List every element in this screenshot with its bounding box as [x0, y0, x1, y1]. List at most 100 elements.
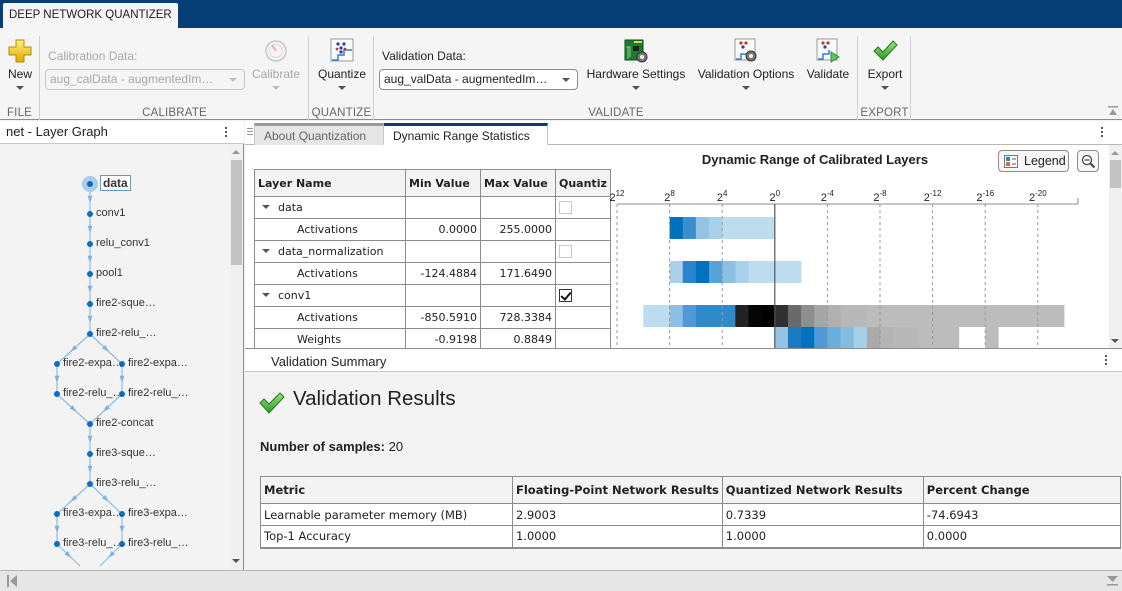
- graph-node-label[interactable]: fire3-relu_…: [128, 537, 189, 549]
- drag-handle-icon[interactable]: [247, 128, 253, 137]
- validation-data-dropdown[interactable]: aug_valData - augmentedIm…: [379, 69, 578, 90]
- graph-node-label[interactable]: conv1: [96, 207, 125, 219]
- validate-button[interactable]: Validate: [803, 38, 853, 81]
- layer-row[interactable]: data: [254, 196, 611, 219]
- graph-node[interactable]: [54, 541, 60, 547]
- max-value-cell: [480, 240, 556, 263]
- quantized-value: 1.0000: [721, 525, 924, 548]
- graph-node[interactable]: [87, 211, 93, 217]
- dynamic-range-scrollbar[interactable]: [1109, 145, 1122, 348]
- graph-node-label[interactable]: fire2-relu_…: [63, 387, 124, 399]
- column-header-min-value[interactable]: Min Value: [405, 169, 481, 197]
- expand-panel-icon[interactable]: [1107, 576, 1118, 586]
- x-tick-label: 2-4: [821, 189, 835, 204]
- graph-node[interactable]: [87, 331, 93, 337]
- hardware-settings-button[interactable]: Hardware Settings: [583, 38, 689, 90]
- graph-node-label[interactable]: pool1: [96, 267, 123, 279]
- collapse-left-icon[interactable]: [7, 575, 17, 587]
- heatmap-cell: [906, 327, 920, 348]
- graph-node-label[interactable]: fire2-relu_…: [96, 327, 157, 339]
- layer-name: Activations: [297, 267, 358, 280]
- layer-name-cell: Activations: [254, 306, 406, 329]
- graph-node-label[interactable]: fire3-relu_…: [63, 537, 124, 549]
- calibration-data-dropdown[interactable]: aug_calData - augmentedIm…: [45, 69, 245, 90]
- expand-toggle-icon[interactable]: [262, 293, 270, 297]
- min-value-cell: -0.9198: [405, 328, 481, 348]
- calibration-data-value: aug_calData - augmentedIm…: [50, 72, 214, 86]
- parameter-row[interactable]: Weights -0.9198 0.8849: [254, 328, 611, 348]
- app-tab[interactable]: DEEP NETWORK QUANTIZER: [3, 3, 178, 29]
- scroll-up-icon[interactable]: [1111, 151, 1119, 155]
- heatmap-cell: [814, 327, 828, 348]
- parameter-row[interactable]: Activations 0.0000 255.0000: [254, 218, 611, 241]
- chevron-down-icon: [881, 86, 889, 90]
- layer-row[interactable]: data_normalization: [254, 240, 611, 263]
- graph-node[interactable]: [87, 241, 93, 247]
- graph-node-label[interactable]: data: [100, 175, 131, 191]
- heatmap-cell: [682, 217, 697, 239]
- quantize-checkbox[interactable]: [559, 245, 572, 259]
- validation-menu-icon[interactable]: [1104, 355, 1108, 367]
- layer-row[interactable]: conv1: [254, 284, 611, 307]
- quantize-section-label: QUANTIZE: [311, 107, 372, 119]
- scrollbar-thumb[interactable]: [1110, 160, 1121, 188]
- graph-node[interactable]: [87, 301, 93, 307]
- graph-node-label[interactable]: fire2-expa…: [128, 357, 188, 369]
- scroll-up-icon[interactable]: [232, 150, 240, 154]
- heatmap-cell: [669, 217, 684, 239]
- graph-node-label[interactable]: fire3-relu_…: [96, 477, 157, 489]
- panel-menu-icon[interactable]: [224, 127, 228, 139]
- scroll-down-icon[interactable]: [232, 559, 240, 563]
- tab-about-quantization[interactable]: About Quantization: [254, 123, 384, 145]
- graph-node-label[interactable]: fire2-relu_…: [128, 387, 189, 399]
- column-header-floating-point: Floating-Point Network Results: [512, 476, 723, 504]
- chevron-down-icon: [632, 86, 640, 90]
- layer-name: Activations: [297, 223, 358, 236]
- graph-node-label[interactable]: fire2-sque…: [96, 297, 156, 309]
- graph-node[interactable]: [87, 181, 93, 187]
- heatmap-cell: [932, 327, 947, 348]
- heatmap-cell: [709, 305, 723, 327]
- dynamic-range-heatmap[interactable]: 212 28 24 20 2-4 2-8 2-12 2-16 2-20: [600, 175, 1105, 348]
- graph-node-label[interactable]: fire2-concat: [96, 417, 153, 429]
- graph-node-label[interactable]: fire2-expa…: [63, 357, 123, 369]
- layer-graph-scrollbar[interactable]: [230, 145, 243, 570]
- graph-node[interactable]: [87, 481, 93, 487]
- legend-button[interactable]: Legend: [998, 150, 1069, 172]
- layer-name-cell: Weights: [254, 328, 406, 348]
- heatmap-cell: [1011, 305, 1025, 327]
- graph-node-label[interactable]: fire3-sque…: [96, 447, 156, 459]
- new-button[interactable]: New: [4, 38, 36, 90]
- collapse-ribbon-icon[interactable]: [1108, 106, 1118, 116]
- graph-node[interactable]: [54, 391, 60, 397]
- graph-node-label[interactable]: fire3-expa…: [128, 507, 188, 519]
- graph-node[interactable]: [54, 361, 60, 367]
- parameter-row[interactable]: Activations -850.5910 728.3384: [254, 306, 611, 329]
- quantize-checkbox[interactable]: [559, 289, 572, 303]
- graph-node[interactable]: [87, 451, 93, 457]
- column-header-max-value[interactable]: Max Value: [480, 169, 556, 197]
- graph-node-label[interactable]: fire3-expa…: [63, 507, 123, 519]
- graph-node[interactable]: [87, 421, 93, 427]
- layer-graph-canvas[interactable]: data conv1 relu_conv1 pool1 fire2-sque… fire2…: [0, 145, 230, 570]
- graph-node[interactable]: [87, 271, 93, 277]
- scrollbar-thumb[interactable]: [231, 160, 242, 265]
- document-menu-icon[interactable]: [1100, 127, 1104, 139]
- column-header-layer-name[interactable]: Layer Name: [254, 169, 406, 197]
- graph-node-label[interactable]: relu_conv1: [96, 237, 150, 249]
- heatmap-cell: [814, 305, 828, 327]
- zoom-out-button[interactable]: [1077, 150, 1099, 172]
- scroll-down-icon[interactable]: [1111, 339, 1119, 343]
- expand-toggle-icon[interactable]: [262, 205, 270, 209]
- quantize-button[interactable]: Quantize: [314, 38, 370, 90]
- calibrate-button[interactable]: Calibrate: [247, 38, 305, 90]
- validation-options-button[interactable]: Validation Options: [695, 38, 797, 90]
- layer-name: conv1: [278, 289, 312, 302]
- quantize-checkbox[interactable]: [559, 201, 572, 215]
- graph-node[interactable]: [54, 511, 60, 517]
- parameter-row[interactable]: Activations -124.4884 171.6490: [254, 262, 611, 285]
- export-button[interactable]: Export: [861, 38, 909, 90]
- expand-toggle-icon[interactable]: [262, 249, 270, 253]
- tab-dynamic-range-statistics[interactable]: Dynamic Range Statistics: [384, 123, 548, 146]
- heatmap-cell: [827, 305, 841, 327]
